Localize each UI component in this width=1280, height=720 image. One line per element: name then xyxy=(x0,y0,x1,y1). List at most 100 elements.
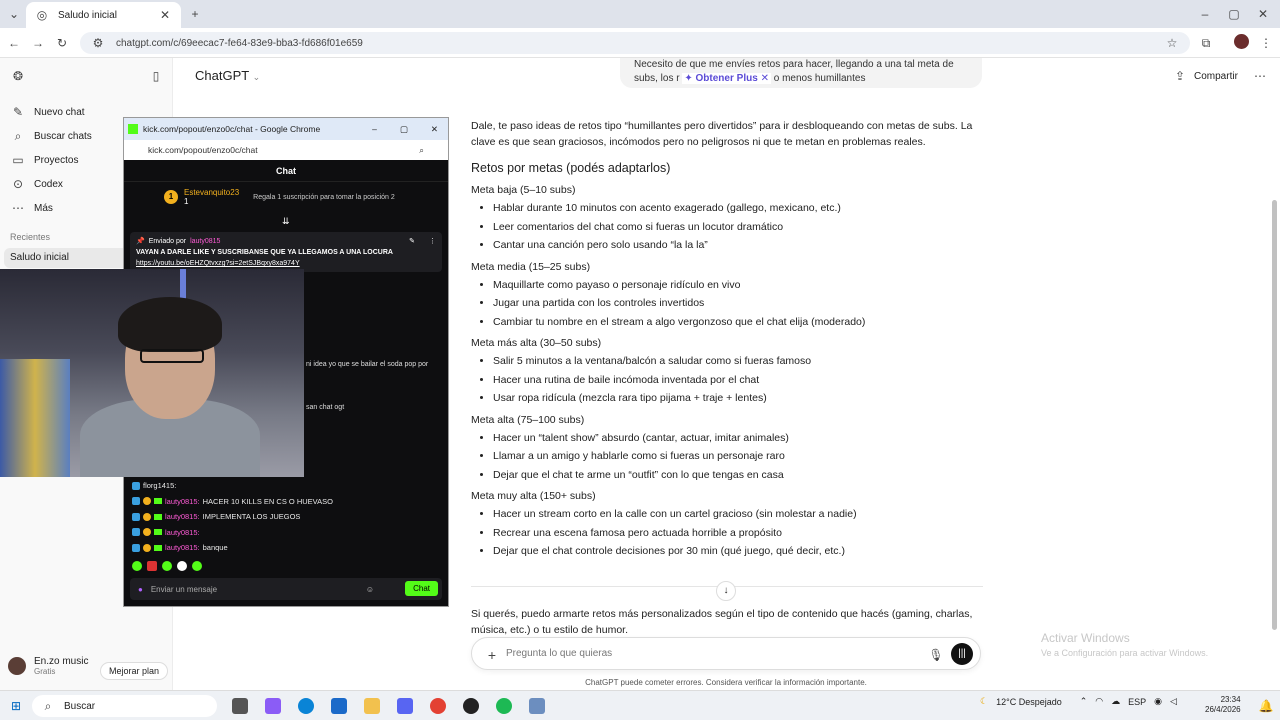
user-account[interactable]: En.zo music Gratis xyxy=(8,656,88,676)
network-icon[interactable]: ◠ xyxy=(1095,696,1103,707)
tab-list-icon[interactable]: ⌄ xyxy=(6,6,22,22)
back-icon[interactable]: ← xyxy=(6,35,22,51)
microphone-icon[interactable]: 🎙 xyxy=(928,647,944,663)
share-label: Compartir xyxy=(1194,70,1238,82)
popout-address-bar[interactable]: kick.com/popout/enzo0c/chat ⌕ xyxy=(124,140,448,160)
notification-bell-icon[interactable]: 🔔 xyxy=(1258,698,1274,714)
sub-user[interactable]: Estevanquito23 xyxy=(184,188,239,197)
emote-icon[interactable] xyxy=(147,561,157,571)
app-icon[interactable] xyxy=(463,698,479,714)
close-window-icon[interactable]: ✕ xyxy=(431,124,438,135)
emote-icon[interactable] xyxy=(132,561,142,571)
close-icon[interactable]: ✕ xyxy=(761,73,769,84)
add-attachment-icon[interactable]: + xyxy=(484,647,500,663)
rank-badge: 1 xyxy=(164,190,178,204)
scroll-down-button[interactable]: ↓ xyxy=(716,581,736,601)
edge-icon[interactable] xyxy=(298,698,314,714)
toggle-sidebar-icon[interactable]: ▯ xyxy=(148,68,164,84)
assistant-message: Dale, te paso ideas de retos tipo “humil… xyxy=(471,118,983,563)
chat-input[interactable]: ● Enviar un mensaje ☺ Chat xyxy=(130,578,442,600)
bookmark-star-icon[interactable]: ☆ xyxy=(1164,35,1180,51)
chrome-icon[interactable] xyxy=(430,698,446,714)
more-options-icon[interactable]: ⋮ xyxy=(429,236,436,247)
kick-favicon-icon xyxy=(128,124,138,134)
zoom-icon[interactable]: ⌕ xyxy=(419,145,424,156)
conversation-options-icon[interactable]: ⋯ xyxy=(1252,68,1268,84)
popout-title-bar[interactable]: kick.com/popout/enzo0c/chat - Google Chr… xyxy=(124,118,448,140)
address-bar[interactable]: ⚙ chatgpt.com/c/69eecac7-fe64-83e9-bba3-… xyxy=(80,32,1190,54)
chat-username[interactable]: florg1415: xyxy=(143,481,176,490)
emote-icon[interactable] xyxy=(177,561,187,571)
pinned-link[interactable]: https://youtu.be/oEHZQtvxzg?si=2etSJBqxy… xyxy=(136,258,436,269)
app-window-icon[interactable] xyxy=(529,698,545,714)
model-selector[interactable]: ChatGPT ⌄ xyxy=(195,68,260,83)
chat-username[interactable]: lauty0815: xyxy=(165,512,200,521)
gift-sub-text[interactable]: Regala 1 suscripción para tomar la posic… xyxy=(253,194,395,201)
badge-icon xyxy=(143,497,151,505)
restore-window-icon[interactable]: ▢ xyxy=(1226,6,1242,22)
chat-message: lauty0815: IMPLEMENTA LOS JUEGOS xyxy=(132,512,300,521)
restore-window-icon[interactable]: ▢ xyxy=(400,124,408,135)
mic-icon[interactable]: ● xyxy=(138,585,143,594)
file-explorer-icon[interactable] xyxy=(364,698,380,714)
chat-username[interactable]: lauty0815: xyxy=(165,543,200,552)
new-tab-icon[interactable]: + xyxy=(187,6,203,22)
clock-date: 26/4/2026 xyxy=(1205,705,1241,714)
sidebar-item-projects[interactable]: ▭ Proyectos xyxy=(10,152,78,168)
send-chat-button[interactable]: Chat xyxy=(405,581,438,596)
upgrade-plan-button[interactable]: Mejorar plan xyxy=(100,662,169,680)
search-icon: ⌕ xyxy=(14,128,22,143)
windows-start-icon[interactable]: ⊞ xyxy=(8,698,24,714)
user-message-line: Necesito de que me envíes retos para hac… xyxy=(634,59,954,70)
volume-icon[interactable]: ◁ xyxy=(1170,696,1177,707)
browser-menu-icon[interactable]: ⋮ xyxy=(1258,35,1274,51)
close-tab-icon[interactable]: ✕ xyxy=(157,7,173,23)
cloud-icon[interactable]: ☁ xyxy=(1111,696,1120,707)
chat-message: lauty0815: banque xyxy=(132,543,228,552)
discord-icon[interactable] xyxy=(397,698,413,714)
wifi-icon[interactable]: ◉ xyxy=(1154,696,1162,707)
task-view-icon[interactable] xyxy=(232,698,248,714)
voice-mode-button[interactable]: ||| xyxy=(951,643,973,665)
share-button[interactable]: ⇪ Compartir xyxy=(1172,68,1238,84)
sidebar-item-codex[interactable]: ⊙ Codex xyxy=(10,176,63,192)
language-indicator[interactable]: ESP xyxy=(1128,697,1146,707)
copilot-icon[interactable] xyxy=(265,698,281,714)
challenge-list: Salir 5 minutos a la ventana/balcón a sa… xyxy=(493,353,983,408)
emote-picker-icon[interactable]: ☺ xyxy=(366,585,374,594)
arrow-down-icon: ↓ xyxy=(723,585,729,596)
collapse-icon[interactable]: ⇊ xyxy=(282,216,290,227)
minimize-window-icon[interactable]: – xyxy=(1197,6,1213,22)
extensions-icon[interactable]: ⧉ xyxy=(1198,35,1214,51)
forward-icon[interactable]: → xyxy=(30,35,46,51)
emote-icon[interactable] xyxy=(162,561,172,571)
prompt-input[interactable]: Pregunta lo que quieras xyxy=(506,648,612,659)
taskbar-clock[interactable]: 23:34 26/4/2026 xyxy=(1205,695,1241,715)
page-scrollbar[interactable] xyxy=(1272,200,1277,630)
badge-icon xyxy=(132,543,140,552)
sidebar-item-more[interactable]: ⋯ Más xyxy=(10,200,53,216)
store-icon[interactable] xyxy=(331,698,347,714)
folder-icon: ▭ xyxy=(12,153,24,167)
tray-chevron-icon[interactable]: ⌃ xyxy=(1080,696,1088,707)
browser-tab[interactable]: ◎ Saludo inicial ✕ xyxy=(26,2,181,28)
emote-icon[interactable] xyxy=(192,561,202,571)
upsell-button[interactable]: ✦ Obtener Plus ✕ xyxy=(682,73,771,84)
openai-logo-icon[interactable]: ❂ xyxy=(10,68,26,84)
reload-icon[interactable]: ↻ xyxy=(54,35,70,51)
pinned-user[interactable]: lauty0815 xyxy=(190,236,220,247)
unpin-icon[interactable]: ✎ xyxy=(409,236,415,247)
composer[interactable]: + Pregunta lo que quieras 🎙 ||| xyxy=(471,637,981,670)
sidebar-item-new-chat[interactable]: ✎ Nuevo chat xyxy=(10,104,85,120)
chat-username[interactable]: lauty0815: xyxy=(165,497,200,506)
minimize-window-icon[interactable]: – xyxy=(372,124,377,134)
sidebar-item-search-chats[interactable]: ⌕ Buscar chats xyxy=(10,128,92,144)
profile-avatar[interactable] xyxy=(1234,34,1249,49)
site-info-icon[interactable]: ⚙ xyxy=(90,35,106,51)
chat-username[interactable]: lauty0815: xyxy=(165,528,200,537)
user-plan: Gratis xyxy=(34,667,56,676)
taskbar-search[interactable]: ⌕ Buscar xyxy=(32,695,217,717)
weather-text[interactable]: 12°C Despejado xyxy=(996,697,1062,707)
close-window-icon[interactable]: ✕ xyxy=(1255,6,1271,22)
spotify-icon[interactable] xyxy=(496,698,512,714)
